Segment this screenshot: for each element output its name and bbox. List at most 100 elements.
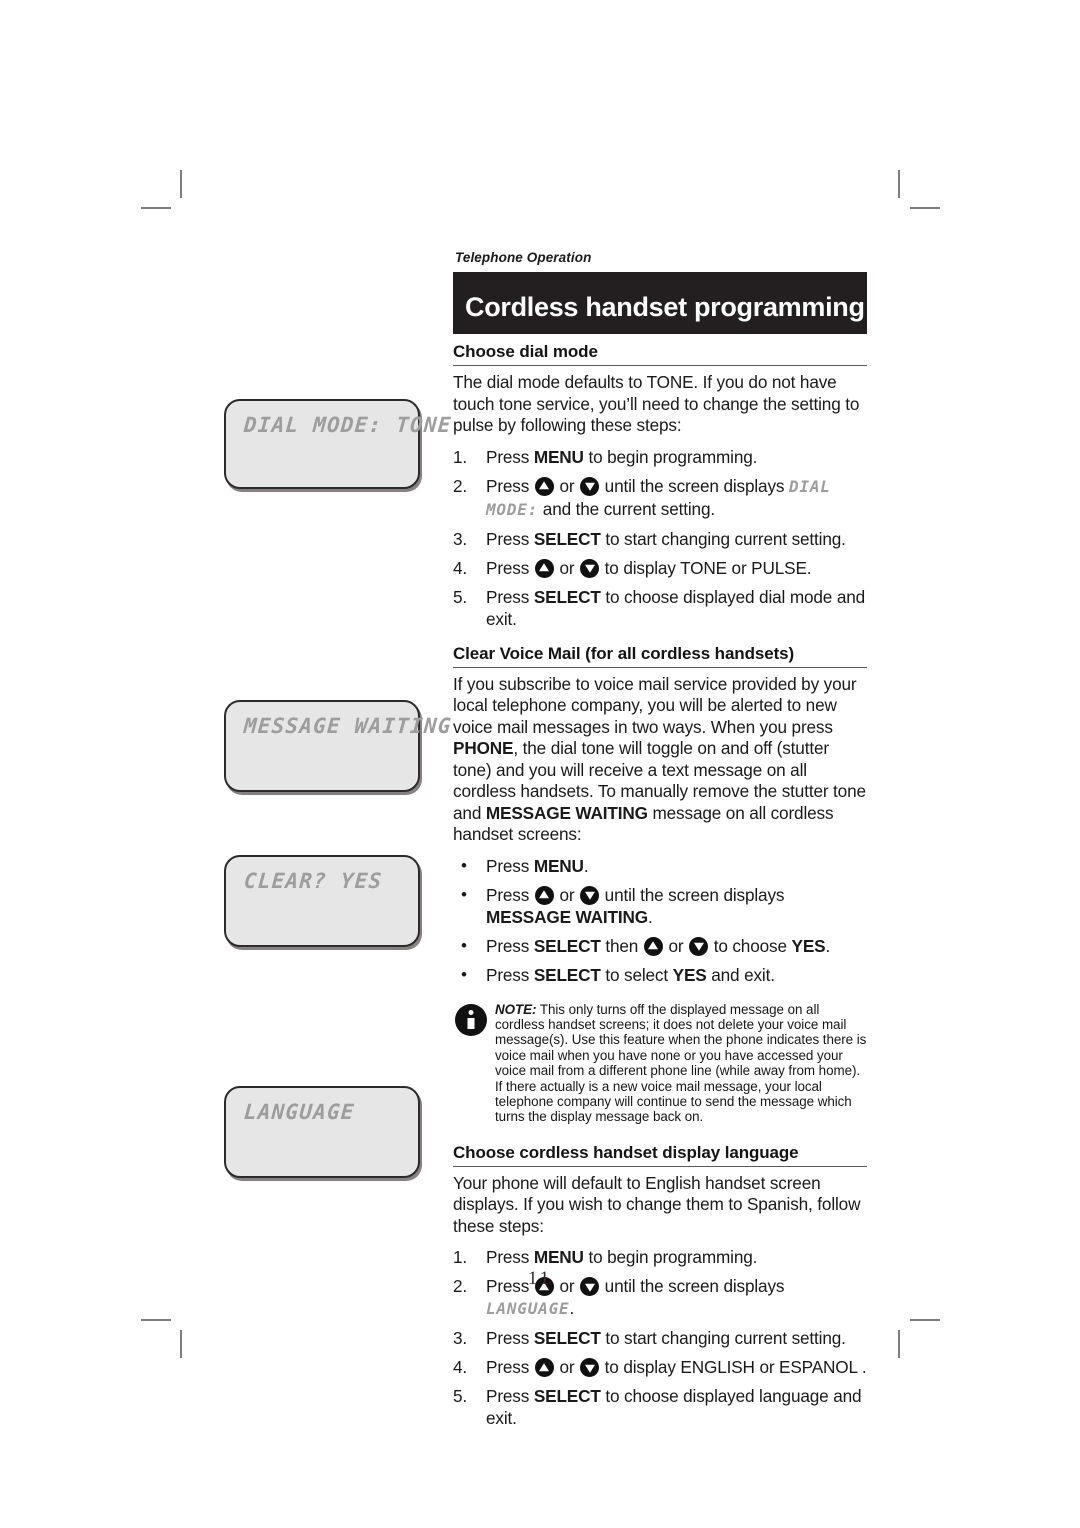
conjunction-or: or	[663, 935, 689, 956]
bullet-dot: •	[461, 884, 467, 904]
bullet-text-tail: .	[648, 906, 653, 927]
list-item: 5. Press SELECT to choose displayed dial …	[453, 586, 867, 630]
step-text-pre: Press	[486, 1386, 534, 1407]
step-number: 3.	[453, 1328, 468, 1349]
conjunction-or: or	[554, 557, 580, 578]
section-heading-dial-mode: Choose dial mode	[453, 342, 867, 366]
bullet-keyword: SELECT	[533, 935, 601, 956]
arrow-up-key-icon	[643, 936, 663, 956]
arrow-up-key-icon	[534, 476, 554, 496]
step-keyword: SELECT	[533, 1328, 601, 1349]
bullet-list-voice-mail: • Press MENU. • Press or until the screen …	[453, 855, 867, 986]
list-item: 3. Press SELECT to start changing current…	[453, 1327, 867, 1349]
list-item: • Press or until the screen displays MESS…	[453, 884, 867, 928]
bullet-text-pre: Press	[486, 935, 534, 956]
bullet-text-mid: then	[600, 935, 643, 956]
step-text-pre: Press	[486, 1247, 534, 1268]
step-text-pre: Press	[486, 446, 534, 467]
arrow-up-key-icon	[534, 558, 554, 578]
arrow-down-key-icon	[580, 1358, 600, 1378]
arrow-down-key-icon	[580, 558, 600, 578]
arrow-up-key-icon	[534, 1358, 554, 1378]
crop-mark-bottom-right-vertical	[898, 1330, 900, 1358]
section-intro-dial-mode: The dial mode defaults to TONE. If you d…	[453, 372, 860, 435]
step-number: 2.	[453, 475, 468, 496]
step-text-pre: Press	[486, 557, 534, 578]
bullet-keyword-2: MESSAGE WAITING	[486, 906, 648, 927]
note-label: NOTE:	[495, 1001, 537, 1017]
bullet-text-post: until the screen displays	[600, 884, 785, 905]
note-body: NOTE: This only turns off the displayed …	[495, 1002, 867, 1125]
conjunction-or: or	[554, 1357, 580, 1378]
section-intro-language: Your phone will default to English hands…	[453, 1172, 861, 1236]
page-number: 11	[527, 1268, 553, 1289]
step-text-post: to begin programming.	[583, 1247, 758, 1268]
bullet-keyword-2: YES	[672, 964, 707, 985]
bullet-keyword: MENU	[533, 855, 584, 876]
bullet-text-post: to select	[600, 964, 673, 985]
bullet-text-pre: Press	[486, 884, 534, 905]
step-text-post: to start changing current setting.	[600, 528, 846, 549]
step-keyword: MENU	[533, 446, 584, 467]
lcd-screen-language-text: LANGUAGE	[243, 1100, 356, 1124]
steps-list-dial-mode: 1. Press MENU to begin programming. 2. Pre…	[453, 446, 867, 630]
bullet-text-pre: Press	[486, 855, 534, 876]
step-number: 5.	[453, 586, 468, 607]
lcd-illustration-column: DIAL MODE: TONE MESSAGE WAITING CLEAR? Y…	[0, 0, 452, 1528]
step-text-tail: and the current setting.	[538, 498, 715, 519]
arrow-down-key-icon	[580, 476, 600, 496]
crop-mark-bottom-right-horizontal	[910, 1319, 940, 1321]
note-block: NOTE: This only turns off the displayed …	[453, 1002, 867, 1125]
step-keyword: SELECT	[533, 528, 601, 549]
step-text-post: to start changing current setting.	[600, 1328, 846, 1349]
list-item: 1. Press MENU to begin programming.	[453, 1246, 867, 1268]
bullet-text-post: to choose	[709, 935, 792, 956]
note-text: This only turns off the displayed messag…	[495, 1001, 867, 1125]
conjunction-or: or	[554, 884, 580, 905]
info-icon	[455, 1003, 487, 1036]
lcd-screen-message-waiting-text: MESSAGE WAITING	[243, 714, 453, 738]
step-keyword: MENU	[533, 1247, 584, 1268]
step-text-post: to begin programming.	[583, 446, 758, 467]
step-number: 4.	[453, 557, 468, 578]
step-text-pre: Press	[486, 475, 534, 496]
arrow-down-key-icon	[689, 936, 709, 956]
main-text-column: Telephone Operation Cordless handset pro…	[453, 250, 867, 1436]
step-number: 1.	[453, 1247, 468, 1268]
bullet-text-pre: Press	[486, 964, 534, 985]
list-item: • Press SELECT to select YES and exit.	[453, 964, 867, 986]
lcd-screen-dial-mode: DIAL MODE: TONE	[224, 399, 452, 489]
arrow-down-key-icon	[580, 885, 600, 905]
step-number: 3.	[453, 528, 468, 549]
step-keyword: SELECT	[533, 586, 601, 607]
bullet-dot: •	[461, 964, 467, 984]
list-item: • Press SELECT then or to choose YES.	[453, 935, 867, 957]
bullet-text-post: .	[583, 855, 589, 876]
bullet-keyword: SELECT	[533, 964, 601, 985]
list-item: 1. Press MENU to begin programming.	[453, 446, 867, 468]
intro-keyword-phone: PHONE	[453, 738, 514, 758]
running-head: Telephone Operation	[455, 250, 592, 265]
list-item: 5. Press SELECT to choose displayed langu…	[453, 1385, 867, 1429]
list-item: 3. Press SELECT to start changing current…	[453, 528, 867, 550]
lcd-screen-clear-yes-text: CLEAR? YES	[243, 869, 384, 893]
step-number: 4.	[453, 1357, 468, 1378]
lcd-screen-clear-yes: CLEAR? YES	[224, 855, 420, 947]
conjunction-or: or	[554, 475, 580, 496]
step-text-pre: Press	[486, 1357, 534, 1378]
list-item: 2. Press or until the screen displays DIA…	[453, 475, 867, 521]
bullet-dot: •	[461, 855, 467, 875]
step-keyword: SELECT	[533, 1386, 601, 1407]
step-text-tail: .	[569, 1298, 575, 1319]
bullet-text-tail: .	[825, 935, 831, 956]
step-text-pre: Press	[486, 528, 534, 549]
step-text-post: to display TONE or PULSE.	[600, 557, 812, 578]
list-item: • Press MENU.	[453, 855, 867, 877]
bullet-text-tail: and exit.	[706, 964, 775, 985]
list-item: 4. Press or to display TONE or PULSE.	[453, 557, 867, 579]
step-number: 1.	[453, 446, 468, 467]
intro-part-a: If you subscribe to voice mail service p…	[453, 673, 857, 737]
step-text-post: to display ENGLISH or ESPANOL .	[600, 1357, 867, 1378]
page-title: Cordless handset programming	[453, 272, 867, 334]
bullet-dot: •	[461, 935, 467, 955]
